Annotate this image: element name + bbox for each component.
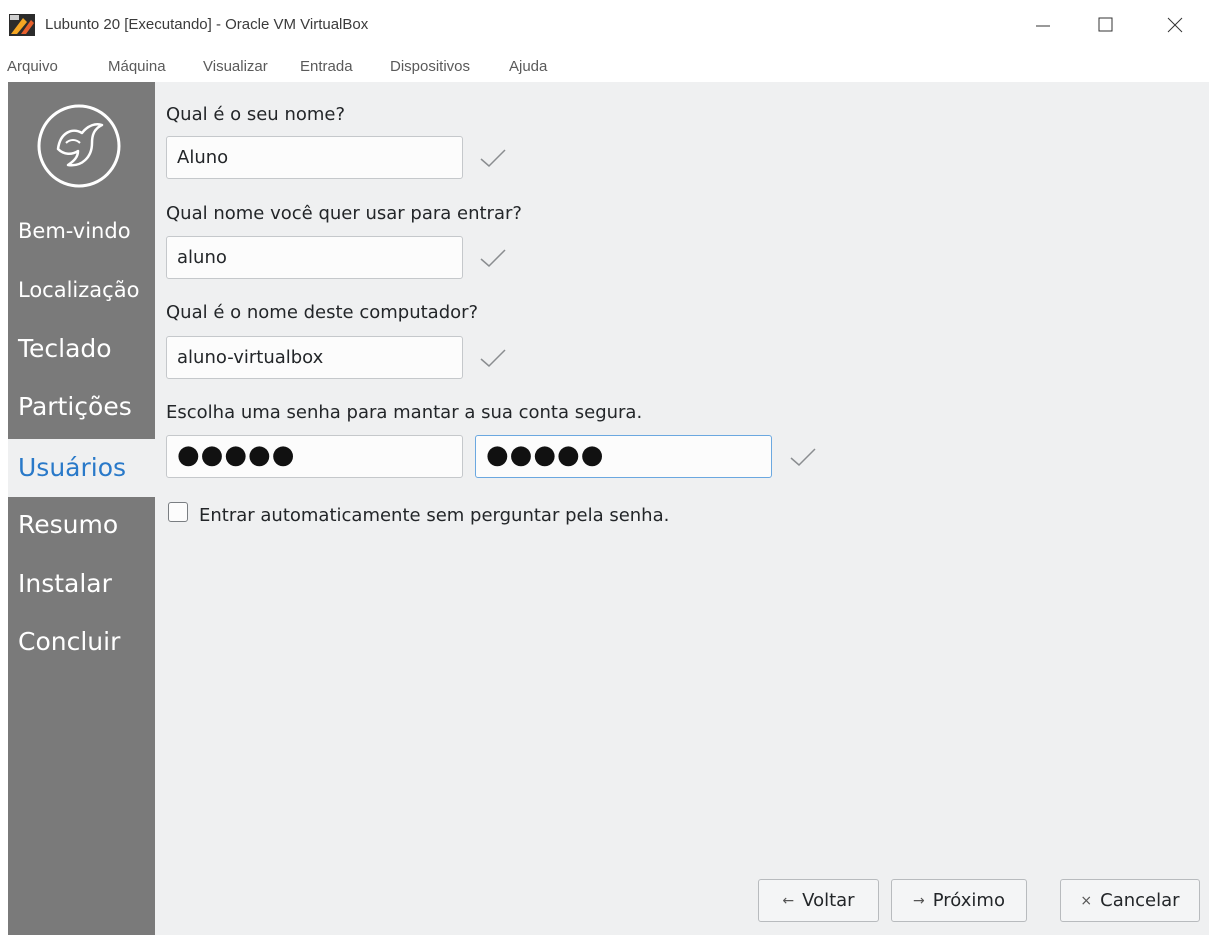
back-button[interactable]: ← Voltar bbox=[758, 879, 879, 922]
username-field[interactable]: aluno bbox=[166, 236, 463, 279]
sidebar-step-instalar: Instalar bbox=[18, 569, 112, 598]
cancel-button-label: Cancelar bbox=[1100, 890, 1180, 911]
sidebar-step-localizacao: Localização bbox=[18, 278, 140, 302]
hostname-label: Qual é o nome deste computador? bbox=[166, 302, 479, 323]
hostname-field[interactable]: aluno-virtualbox bbox=[166, 336, 463, 379]
installer-window: Bem-vindo Localização Teclado Partições … bbox=[8, 82, 1209, 935]
sidebar-step-resumo: Resumo bbox=[18, 510, 119, 539]
checkmark-icon bbox=[480, 349, 506, 368]
name-label: Qual é o seu nome? bbox=[166, 104, 346, 125]
arrow-right-icon: → bbox=[913, 892, 925, 909]
menu-dispositivos[interactable]: Dispositivos bbox=[390, 58, 470, 75]
menu-maquina[interactable]: Máquina bbox=[108, 58, 166, 75]
password-field[interactable]: ●●●●● bbox=[166, 435, 463, 478]
x-icon: × bbox=[1080, 892, 1093, 909]
login-label: Qual nome você quer usar para entrar? bbox=[166, 203, 522, 224]
maximize-icon[interactable] bbox=[1090, 12, 1120, 38]
checkmark-icon bbox=[480, 249, 506, 268]
sidebar-step-particoes: Partições bbox=[18, 392, 132, 421]
back-button-label: Voltar bbox=[802, 890, 855, 911]
menu-visualizar[interactable]: Visualizar bbox=[203, 58, 268, 75]
close-icon[interactable] bbox=[1160, 12, 1190, 38]
users-form: Qual é o seu nome? Aluno Qual nome você … bbox=[155, 82, 1209, 935]
lubuntu-bird-logo bbox=[37, 104, 121, 188]
full-name-field[interactable]: Aluno bbox=[166, 136, 463, 179]
menu-bar: Arquivo Máquina Visualizar Entrada Dispo… bbox=[0, 56, 1209, 80]
window-title-bar: Lubunto 20 [Executando] - Oracle VM Virt… bbox=[0, 0, 1209, 52]
next-button[interactable]: → Próximo bbox=[891, 879, 1027, 922]
checkmark-icon bbox=[790, 448, 816, 467]
autologin-checkbox[interactable] bbox=[168, 502, 188, 522]
autologin-label[interactable]: Entrar automaticamente sem perguntar pel… bbox=[199, 505, 669, 526]
menu-entrada[interactable]: Entrada bbox=[300, 58, 353, 75]
sidebar-step-teclado: Teclado bbox=[18, 334, 112, 363]
steps-sidebar: Bem-vindo Localização Teclado Partições … bbox=[8, 82, 155, 935]
minimize-icon[interactable] bbox=[1028, 12, 1058, 38]
arrow-left-icon: ← bbox=[782, 892, 795, 909]
password-confirm-field[interactable]: ●●●●● bbox=[475, 435, 772, 478]
password-label: Escolha uma senha para mantar a sua cont… bbox=[166, 402, 643, 423]
cancel-button[interactable]: × Cancelar bbox=[1060, 879, 1200, 922]
window-title: Lubunto 20 [Executando] - Oracle VM Virt… bbox=[45, 16, 369, 33]
next-button-label: Próximo bbox=[932, 890, 1005, 911]
sidebar-step-bem-vindo: Bem-vindo bbox=[18, 219, 131, 243]
sidebar-step-usuarios: Usuários bbox=[8, 439, 155, 497]
menu-ajuda[interactable]: Ajuda bbox=[509, 58, 547, 75]
sidebar-step-concluir: Concluir bbox=[18, 627, 121, 656]
menu-arquivo[interactable]: Arquivo bbox=[7, 58, 58, 75]
checkmark-icon bbox=[480, 149, 506, 168]
virtualbox-icon bbox=[9, 14, 35, 36]
